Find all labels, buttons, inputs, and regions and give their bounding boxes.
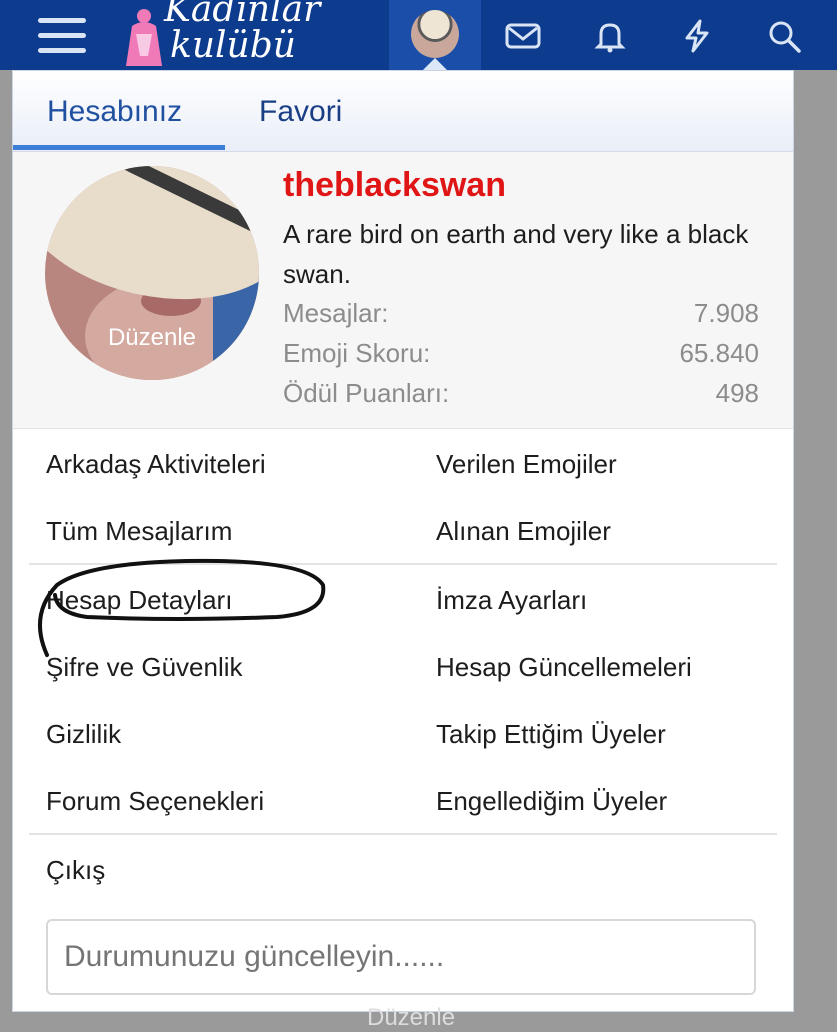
logout-link[interactable]: Çıkış bbox=[46, 855, 105, 886]
profile-avatar[interactable]: Düzenle bbox=[45, 166, 259, 380]
top-nav-bar: Kadınlar kulübü bbox=[0, 0, 837, 70]
background-edit-label: Düzenle bbox=[367, 1004, 456, 1031]
stat-label: Emoji Skoru: bbox=[283, 338, 431, 368]
tab-account[interactable]: Hesabınız bbox=[47, 95, 182, 129]
avatar bbox=[411, 10, 459, 58]
menu-item-received-emojis[interactable]: Alınan Emojiler bbox=[436, 516, 611, 547]
user-bio: A rare bird on earth and very like a bla… bbox=[283, 219, 749, 289]
mail-icon[interactable] bbox=[505, 18, 541, 54]
stat-label: Mesajlar: bbox=[283, 298, 389, 328]
stat-award-points: Ödül Puanları: 498 bbox=[283, 378, 759, 409]
menu-item-friend-activity[interactable]: Arkadaş Aktiviteleri bbox=[46, 449, 266, 480]
annotation-scribble bbox=[38, 558, 326, 657]
account-menu-button[interactable] bbox=[389, 0, 481, 70]
stat-value: 498 bbox=[715, 378, 759, 408]
menu-item-all-my-messages[interactable]: Tüm Mesajlarım bbox=[46, 516, 232, 547]
username-link[interactable]: theblackswan bbox=[283, 166, 506, 205]
profile-summary: Düzenle theblackswan A rare bird on eart… bbox=[13, 152, 793, 429]
stat-value: 7.908 bbox=[693, 298, 759, 328]
status-update-input[interactable] bbox=[46, 919, 756, 995]
stat-emoji-score: Emoji Skoru: 65.840 bbox=[283, 338, 759, 369]
menu-icon[interactable] bbox=[38, 18, 86, 54]
menu-item-account-updates[interactable]: Hesap Güncellemeleri bbox=[436, 652, 692, 683]
caret-up-icon bbox=[423, 58, 447, 70]
logo-line-1: Kadınlar bbox=[164, 0, 321, 30]
logo-line-2: kulübü bbox=[170, 25, 296, 66]
menu-item-privacy[interactable]: Gizlilik bbox=[46, 719, 121, 750]
logo-text: Kadınlar kulübü bbox=[164, 0, 320, 64]
bell-icon[interactable] bbox=[592, 18, 628, 54]
menu-item-given-emojis[interactable]: Verilen Emojiler bbox=[436, 449, 617, 480]
menu-item-following[interactable]: Takip Ettiğim Üyeler bbox=[436, 719, 666, 750]
stat-value: 65.840 bbox=[679, 338, 759, 368]
lightning-icon[interactable] bbox=[679, 18, 715, 54]
account-tabs: Hesabınız Favori bbox=[13, 71, 793, 152]
account-dropdown: Hesabınız Favori Düzenle theblackswan A … bbox=[12, 70, 794, 1012]
avatar-edit-label[interactable]: Düzenle bbox=[45, 324, 259, 352]
menu-item-forum-options[interactable]: Forum Seçenekleri bbox=[46, 786, 264, 817]
logo-lady-icon bbox=[126, 9, 162, 66]
active-tab-indicator bbox=[13, 145, 225, 150]
menu-divider bbox=[29, 833, 777, 835]
tab-favorites[interactable]: Favori bbox=[259, 95, 342, 129]
stat-label: Ödül Puanları: bbox=[283, 378, 450, 408]
stat-messages: Mesajlar: 7.908 bbox=[283, 298, 759, 329]
site-logo[interactable]: Kadınlar kulübü bbox=[122, 0, 352, 70]
menu-item-signature-settings[interactable]: İmza Ayarları bbox=[436, 585, 587, 616]
search-icon[interactable] bbox=[766, 18, 802, 54]
menu-item-blocked-members[interactable]: Engellediğim Üyeler bbox=[436, 786, 667, 817]
